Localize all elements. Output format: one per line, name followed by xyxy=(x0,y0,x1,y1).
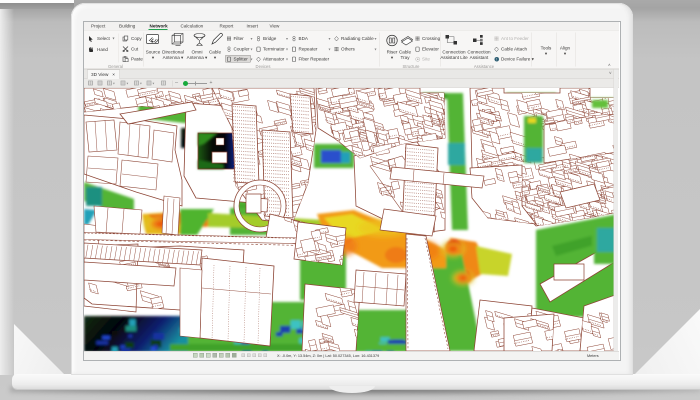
svg-text:!: ! xyxy=(496,57,497,61)
